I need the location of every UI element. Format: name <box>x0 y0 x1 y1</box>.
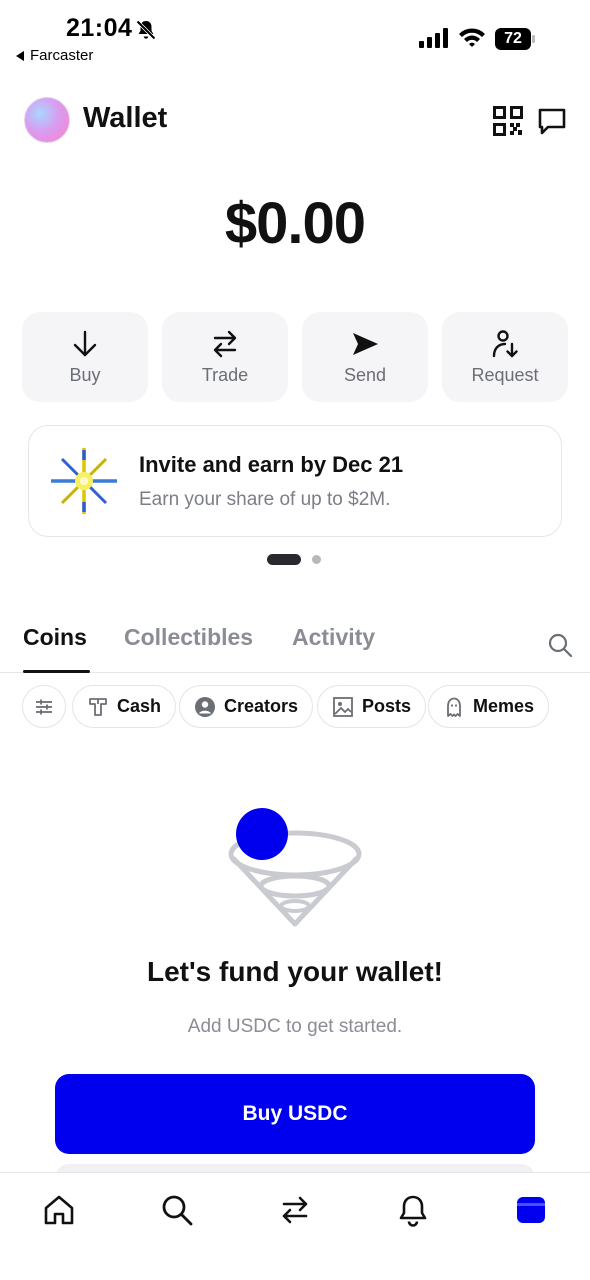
trade-label: Trade <box>201 364 249 385</box>
arrow-down-icon <box>73 330 97 356</box>
sparkle-icon <box>51 448 117 514</box>
status-time: 21:04 <box>66 14 133 42</box>
qr-code-icon[interactable] <box>493 106 523 136</box>
wifi-icon <box>459 28 485 47</box>
wallet-icon <box>517 1197 545 1223</box>
battery-nub <box>532 35 535 43</box>
empty-state-title: Let's fund your wallet! <box>146 956 443 987</box>
sliders-icon <box>36 699 52 714</box>
cellular-signal-icon <box>419 28 448 48</box>
chip-creators-label: Creators <box>224 696 299 716</box>
battery-indicator: 72 <box>495 28 535 50</box>
nav-home[interactable] <box>42 1193 76 1227</box>
home-icon <box>44 1195 74 1225</box>
empty-state-subtitle: Add USDC to get started. <box>187 1016 403 1037</box>
chip-memes-label: Memes <box>473 696 535 716</box>
shirt-icon <box>89 697 107 716</box>
page-title: Wallet <box>83 102 168 134</box>
back-label: Farcaster <box>30 47 94 64</box>
buy-usdc-button[interactable]: Buy USDC <box>55 1074 535 1154</box>
search-icon[interactable] <box>547 632 573 658</box>
request-icon <box>492 329 518 357</box>
ghost-icon <box>447 697 461 717</box>
tab-activity[interactable]: Activity <box>292 624 375 651</box>
tab-bar: Coins Collectibles Activity <box>0 610 590 673</box>
chat-icon[interactable] <box>537 106 567 136</box>
avatar[interactable] <box>24 97 70 143</box>
action-buttons: Buy Trade Send Request <box>22 312 568 402</box>
carousel-dot-active[interactable] <box>267 554 301 565</box>
header: Wallet <box>0 96 590 144</box>
promo-subtitle: Earn your share of up to $2M. <box>139 489 391 510</box>
nav-search[interactable] <box>160 1193 194 1227</box>
buy-label: Buy <box>69 364 101 385</box>
chip-cash[interactable]: Cash <box>72 685 177 728</box>
image-icon <box>333 696 353 717</box>
chip-posts-label: Posts <box>362 696 412 716</box>
search-icon <box>162 1195 193 1226</box>
swap-icon <box>213 330 237 357</box>
buy-button[interactable]: Buy <box>22 312 148 402</box>
chip-creators[interactable]: Creators <box>179 685 314 728</box>
tab-coins[interactable]: Coins <box>23 624 87 651</box>
send-icon <box>353 332 378 355</box>
status-bar: 21:04 Farcaster 72 <box>0 0 590 80</box>
funnel-coin-illustration <box>228 808 362 927</box>
promo-title: Invite and earn by Dec 21 <box>139 452 404 477</box>
chip-memes[interactable]: Memes <box>428 685 550 728</box>
request-label: Request <box>471 364 539 385</box>
carousel-dot[interactable] <box>312 555 321 564</box>
battery-level: 72 <box>495 28 531 50</box>
tab-collectibles[interactable]: Collectibles <box>124 624 253 651</box>
nav-wallet[interactable] <box>514 1193 548 1227</box>
chip-cash-label: Cash <box>117 696 162 716</box>
send-label: Send <box>343 364 387 385</box>
user-circle-icon <box>195 696 215 717</box>
trade-button[interactable]: Trade <box>162 312 288 402</box>
swap-icon <box>282 1196 308 1224</box>
tab-active-underline <box>23 670 90 673</box>
nav-trade[interactable] <box>278 1193 312 1227</box>
filter-settings-button[interactable] <box>22 685 66 728</box>
invite-promo-card[interactable]: Invite and earn by Dec 21 Earn your shar… <box>28 425 562 537</box>
bottom-nav <box>0 1172 590 1280</box>
balance: $0.00 <box>224 191 366 256</box>
back-arrow-icon <box>16 50 24 61</box>
bell-icon <box>399 1195 427 1227</box>
chip-posts[interactable]: Posts <box>317 685 427 728</box>
carousel-indicator <box>0 554 590 566</box>
back-link[interactable]: Farcaster <box>16 47 93 64</box>
send-button[interactable]: Send <box>302 312 428 402</box>
bell-off-icon <box>135 19 157 41</box>
nav-notifications[interactable] <box>396 1193 430 1227</box>
request-button[interactable]: Request <box>442 312 568 402</box>
